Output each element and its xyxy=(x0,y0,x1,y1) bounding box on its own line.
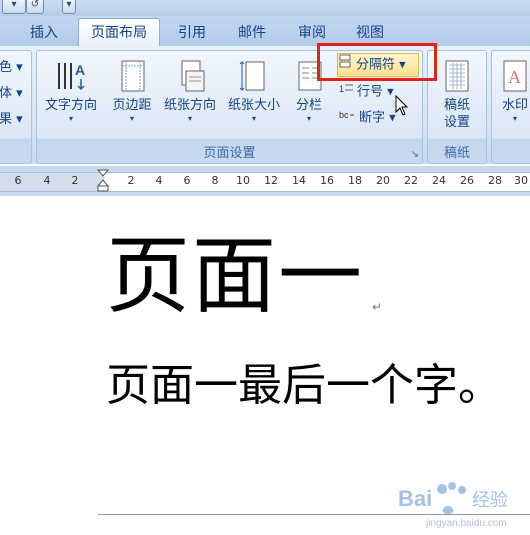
document-canvas[interactable]: 页面一 ↵ 页面一最后一个字。 Bai 经验 jingyan.baidu.com xyxy=(0,196,530,535)
page-setup-group-label: 页面设置 xyxy=(203,146,256,161)
chevron-down-icon: ▾ xyxy=(129,114,134,123)
manuscript-settings-line2: 设置 xyxy=(443,115,470,130)
chevron-down-icon: ▾ xyxy=(251,114,256,123)
tab-mailings[interactable]: 邮件 xyxy=(230,21,274,46)
hyphenation-button[interactable]: bc 断字 ▾ xyxy=(339,107,396,129)
ruler-tick-label: 22 xyxy=(404,174,418,187)
watermark-button[interactable]: A 水印 ▾ xyxy=(492,59,530,124)
tab-page-layout[interactable]: 页面布局 xyxy=(78,18,160,48)
annotation-highlight-box xyxy=(317,43,437,81)
line-numbers-button[interactable]: 1 行号 ▾ xyxy=(339,81,394,103)
svg-text:jingyan.baidu.com: jingyan.baidu.com xyxy=(425,518,507,529)
ruler-tick-label: 4 xyxy=(43,174,51,187)
quick-access-toolbar: ▾ ↺ ▾ xyxy=(0,0,530,16)
document-heading[interactable]: 页面一 xyxy=(106,226,364,326)
line-numbers-icon: 1 xyxy=(339,81,353,103)
text-direction-icon: A xyxy=(58,62,85,91)
hyphenation-label: 断字 ▾ xyxy=(359,110,396,126)
watermark-icon: A xyxy=(503,60,527,92)
margins-label: 页边距 xyxy=(112,98,152,113)
indent-marker-icon[interactable] xyxy=(97,169,109,193)
ruler-tick-label: 2 xyxy=(127,174,135,187)
ruler-tick-label: 12 xyxy=(264,174,278,187)
ruler-tick-label: 10 xyxy=(236,174,250,187)
orientation-label: 纸张方向 xyxy=(163,98,216,113)
chevron-down-icon: ▾ xyxy=(68,114,73,123)
manuscript-settings-line1: 稿纸 xyxy=(443,98,470,113)
tab-insert[interactable]: 插入 xyxy=(22,21,66,46)
line-numbers-label: 行号 ▾ xyxy=(357,84,394,100)
ruler-tick-label: 26 xyxy=(460,174,474,187)
text-direction-label: 文字方向 xyxy=(44,98,97,113)
ruler-tick-label: 20 xyxy=(376,174,390,187)
horizontal-ruler[interactable]: 6 4 2 2 4 6 8 10 12 14 16 18 20 22 24 26… xyxy=(0,166,530,196)
svg-text:1: 1 xyxy=(339,84,344,94)
svg-text:bc: bc xyxy=(339,110,349,120)
ruler-tick-label: 16 xyxy=(320,174,334,187)
margins-icon xyxy=(121,60,145,92)
svg-text:经验: 经验 xyxy=(472,490,508,511)
page-background-group: A 水印 ▾ xyxy=(491,50,530,164)
svg-text:A: A xyxy=(75,62,85,78)
undo-icon[interactable]: ↺ xyxy=(26,0,44,14)
columns-label: 分栏 xyxy=(295,98,322,113)
paper-size-icon xyxy=(239,61,265,91)
ruler-tick-label: 8 xyxy=(211,174,219,187)
ribbon-panel: 色 ▾ 体 ▾ 果 ▾ A 文字方向 ▾ 页边距 ▾ 纸张方向 ▾ 纸张大小 ▾… xyxy=(0,46,530,164)
page-setup-dialog-launcher[interactable]: ↘ xyxy=(411,149,419,160)
paper-size-button[interactable]: 纸张大小 ▾ xyxy=(221,59,287,124)
margins-button[interactable]: 页边距 ▾ xyxy=(103,59,161,124)
orientation-icon xyxy=(181,60,205,92)
ruler-tick-label: 14 xyxy=(292,174,306,187)
manuscript-settings-button[interactable]: 稿纸 设置 xyxy=(430,59,484,131)
paragraph-mark-icon: ↵ xyxy=(372,300,383,314)
ruler-tick-label: 4 xyxy=(155,174,163,187)
orientation-button[interactable]: 纸张方向 ▾ xyxy=(157,59,223,124)
chevron-down-icon: ▾ xyxy=(512,114,517,123)
ruler-tick-label: 28 xyxy=(488,174,502,187)
svg-text:A: A xyxy=(508,67,521,87)
ruler-tick-label: 24 xyxy=(432,174,446,187)
ruler-tick-label: 6 xyxy=(14,174,22,187)
ruler-tick-label: 30 xyxy=(514,174,528,187)
ruler-tick-label: 18 xyxy=(348,174,362,187)
svg-text:Bai: Bai xyxy=(398,486,432,511)
ruler-tick-label: 2 xyxy=(71,174,79,187)
ruler-tick-label: 6 xyxy=(183,174,191,187)
theme-colors-button[interactable]: 色 ▾ xyxy=(0,57,23,79)
hyphenation-icon: bc xyxy=(339,107,355,129)
baidu-jingyan-watermark: Bai 经验 jingyan.baidu.com xyxy=(398,482,508,529)
chevron-down-icon: ▾ xyxy=(306,114,311,123)
themes-group: 色 ▾ 体 ▾ 果 ▾ xyxy=(0,50,32,164)
tab-references[interactable]: 引用 xyxy=(170,21,214,46)
paper-size-label: 纸张大小 xyxy=(227,98,280,113)
qa-dropdown-button[interactable]: ▾ xyxy=(62,0,76,14)
document-paragraph[interactable]: 页面一最后一个字。 xyxy=(106,358,502,414)
mouse-cursor-icon xyxy=(395,95,409,116)
chevron-down-icon: ▾ xyxy=(187,114,192,123)
theme-effects-button[interactable]: 果 ▾ xyxy=(0,109,23,131)
manuscript-group-label: 稿纸 xyxy=(443,146,470,161)
watermark-label: 水印 xyxy=(501,98,528,113)
ribbon-tab-bar: 插入 页面布局 引用 邮件 审阅 视图 xyxy=(0,16,530,48)
manuscript-paper-icon xyxy=(445,60,469,92)
theme-fonts-button[interactable]: 体 ▾ xyxy=(0,83,23,105)
customize-qa-button[interactable]: ▾ xyxy=(2,0,26,14)
text-direction-button[interactable]: A 文字方向 ▾ xyxy=(39,59,103,124)
